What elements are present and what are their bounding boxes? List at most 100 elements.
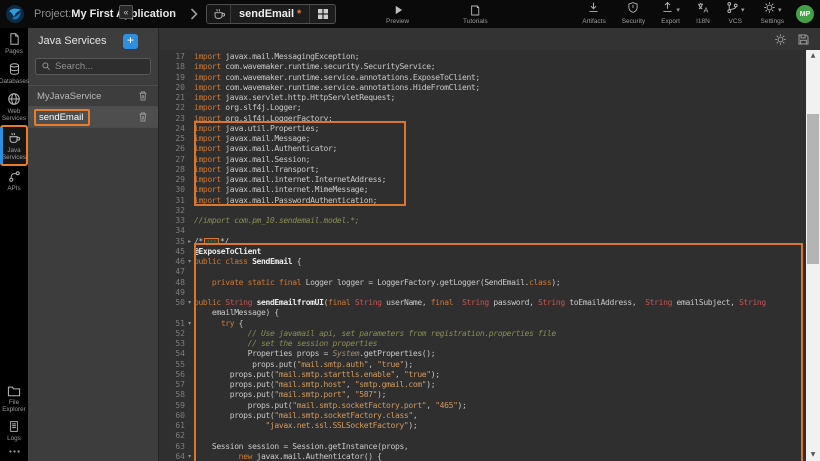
service-item-sendemail[interactable]: sendEmail	[28, 107, 158, 128]
code-line[interactable]: 45@ExposeToClient	[159, 247, 806, 257]
fold-marker[interactable]: ▸	[185, 237, 194, 247]
code-line[interactable]: 53 // set the session properties	[159, 339, 806, 349]
code-text: import javax.mail.Transport;	[194, 165, 806, 175]
code-line[interactable]: 19import com.wavemaker.runtime.service.a…	[159, 73, 806, 83]
fold-marker[interactable]: ▾	[185, 257, 194, 267]
line-number: 35	[159, 237, 185, 247]
collapse-panel-button[interactable]: «	[119, 5, 133, 19]
code-line[interactable]: 21import javax.servlet.http.HttpServletR…	[159, 93, 806, 103]
fold-marker[interactable]: ▾	[185, 298, 194, 308]
code-line[interactable]: 62	[159, 431, 806, 441]
code-line[interactable]: 33//import com.pm_10.sendemail.model.*;	[159, 216, 806, 226]
tab-sendemail[interactable]: sendEmail *	[206, 4, 336, 24]
action-label: Artifacts	[582, 18, 605, 25]
code-text: import javax.mail.Authenticator;	[194, 144, 806, 154]
sidebar-item-pages[interactable]: Pages	[0, 28, 28, 58]
code-line[interactable]: 49	[159, 288, 806, 298]
add-service-button[interactable]: +	[123, 34, 138, 49]
export-button[interactable]: ▾ Export	[653, 0, 688, 28]
code-line[interactable]: 64▾ new javax.mail.Authenticator() {	[159, 452, 806, 461]
sidebar-item-file-explorer[interactable]: File Explorer	[0, 381, 28, 416]
sidebar-item-databases[interactable]: Databases	[0, 58, 28, 88]
artifacts-button[interactable]: Artifacts	[574, 0, 613, 28]
fold-marker	[185, 103, 194, 113]
code-line[interactable]: 52 // Use javamail api, set parameters f…	[159, 329, 806, 339]
trash-icon[interactable]	[136, 90, 150, 102]
code-area[interactable]: 17import javax.mail.MessagingException;1…	[159, 50, 806, 461]
scrollbar-thumb[interactable]	[807, 114, 819, 264]
code-line[interactable]: emailMessage) {	[159, 308, 806, 318]
code-line[interactable]: 34	[159, 226, 806, 236]
fold-marker	[185, 73, 194, 83]
vcs-button[interactable]: ▾ VCS	[718, 0, 753, 28]
sidebar-item-web-services[interactable]: Web Services	[0, 88, 28, 125]
preview-button[interactable]: Preview	[378, 0, 417, 28]
scroll-down-arrow[interactable]: ▼	[806, 449, 820, 461]
wavemaker-logo-icon[interactable]	[5, 4, 25, 24]
grid-view-icon[interactable]	[309, 5, 335, 23]
code-line[interactable]: 63 Session session = Session.getInstance…	[159, 442, 806, 452]
code-line[interactable]: 20import com.wavemaker.runtime.service.a…	[159, 83, 806, 93]
code-line[interactable]: 61 "javax.net.ssl.SSLSocketFactory");	[159, 421, 806, 431]
sidebar-item-logs[interactable]: Logs	[0, 416, 28, 445]
save-icon[interactable]	[797, 33, 810, 46]
code-line[interactable]: 23import org.slf4j.LoggerFactory;	[159, 114, 806, 124]
editor-scrollbar[interactable]: ▲ ▼	[806, 50, 820, 461]
preview-label: Preview	[386, 18, 409, 25]
code-line[interactable]: 26import javax.mail.Authenticator;	[159, 144, 806, 154]
security-button[interactable]: Security	[614, 0, 653, 28]
code-line[interactable]: 47	[159, 267, 806, 277]
code-line[interactable]: 25import javax.mail.Message;	[159, 134, 806, 144]
avatar[interactable]: MP	[796, 5, 814, 23]
scroll-up-arrow[interactable]: ▲	[806, 50, 820, 62]
code-line[interactable]: 46▾public class SendEmail {	[159, 257, 806, 267]
code-line[interactable]: 55 props.put("mail.smtp.auth", "true");	[159, 360, 806, 370]
trash-icon[interactable]	[136, 111, 150, 123]
code-line[interactable]: 27import javax.mail.Session;	[159, 155, 806, 165]
code-line[interactable]: 60 props.put("mail.smtp.socketFactory.cl…	[159, 411, 806, 421]
code-line[interactable]: 29import javax.mail.internet.InternetAdd…	[159, 175, 806, 185]
search-input[interactable]	[55, 61, 145, 72]
fold-marker	[185, 165, 194, 175]
gear-icon	[763, 1, 776, 19]
sidebar-item-java-services[interactable]: Java Services	[0, 125, 28, 166]
code-line[interactable]: 57 props.put("mail.smtp.host", "smtp.gma…	[159, 380, 806, 390]
code-line[interactable]: 51▾ try {	[159, 319, 806, 329]
code-line[interactable]: 24import java.util.Properties;	[159, 124, 806, 134]
editor-settings-gear-icon[interactable]	[774, 33, 787, 46]
fold-marker	[185, 339, 194, 349]
code-line[interactable]: 58 props.put("mail.smtp.port", "587");	[159, 390, 806, 400]
code-text: import javax.mail.PasswordAuthentication…	[194, 196, 806, 206]
panel-title: Java Services	[38, 35, 123, 47]
code-line[interactable]: 28import javax.mail.Transport;	[159, 165, 806, 175]
code-line[interactable]: 48 private static final Logger logger = …	[159, 278, 806, 288]
code-editor[interactable]: 17import javax.mail.MessagingException;1…	[158, 28, 820, 461]
code-line[interactable]: 32	[159, 206, 806, 216]
code-line[interactable]: 18import com.wavemaker.runtime.security.…	[159, 62, 806, 72]
line-number: 45	[159, 247, 185, 257]
code-line[interactable]: 59 props.put("mail.smtp.socketFactory.po…	[159, 401, 806, 411]
line-number: 60	[159, 411, 185, 421]
code-text: emailMessage) {	[194, 308, 806, 318]
sidebar-item-apis[interactable]: APIs	[0, 166, 28, 195]
tutorials-button[interactable]: Tutorials	[455, 0, 496, 28]
tab-title: sendEmail	[231, 8, 297, 20]
fold-marker	[185, 329, 194, 339]
service-item-myjavaservice[interactable]: MyJavaService	[28, 86, 158, 107]
code-line[interactable]: 35▸/*···*/	[159, 237, 806, 247]
code-line[interactable]: 30import javax.mail.internet.MimeMessage…	[159, 185, 806, 195]
code-line[interactable]: 31import javax.mail.PasswordAuthenticati…	[159, 196, 806, 206]
code-line[interactable]: 56 props.put("mail.smtp.starttls.enable"…	[159, 370, 806, 380]
fold-marker[interactable]: ▾	[185, 452, 194, 461]
i18n-button[interactable]: A I18N	[688, 0, 718, 28]
settings-button[interactable]: ▾ Settings	[753, 0, 793, 28]
globe-icon	[7, 92, 21, 106]
code-line[interactable]: 22import org.slf4j.Logger;	[159, 103, 806, 113]
code-line[interactable]: 50▾public String sendEmailfromUI(final S…	[159, 298, 806, 308]
fold-marker[interactable]: ▾	[185, 319, 194, 329]
code-line[interactable]: 17import javax.mail.MessagingException;	[159, 52, 806, 62]
collapsed-comment-box[interactable]: ···	[204, 238, 219, 245]
sidebar-item-more[interactable]	[0, 445, 28, 457]
code-text: props.put("mail.smtp.auth", "true");	[194, 360, 806, 370]
code-line[interactable]: 54 Properties props = System.getProperti…	[159, 349, 806, 359]
